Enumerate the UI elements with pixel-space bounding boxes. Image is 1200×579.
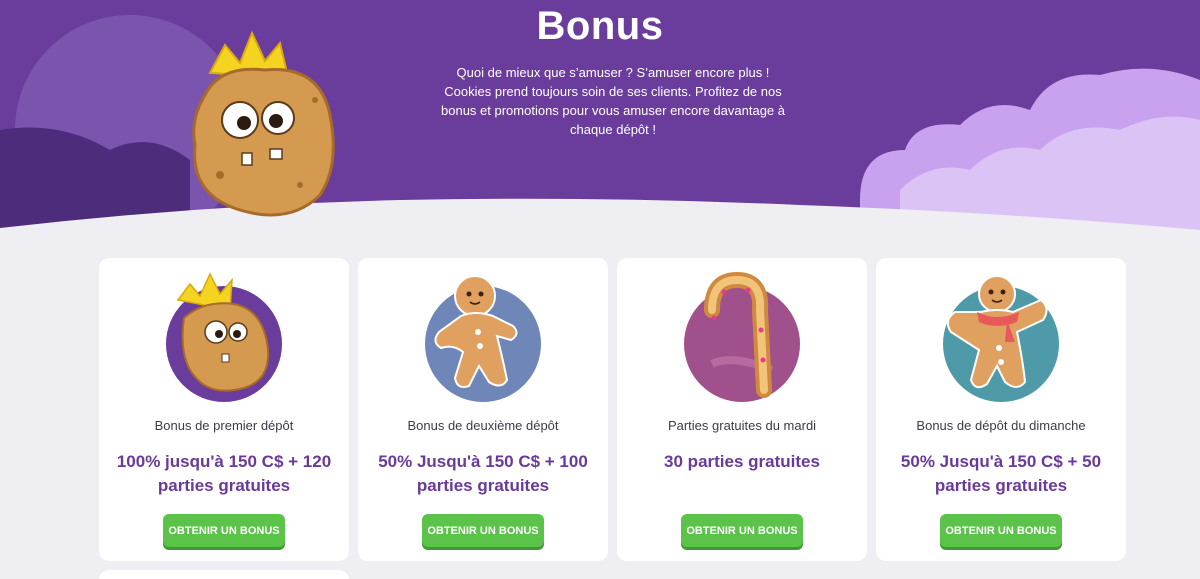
bonus-cards: Bonus de premier dépôt 100% jusqu'à 150 …	[99, 258, 1129, 561]
get-bonus-button[interactable]: OBTENIR UN BONUS	[681, 514, 803, 547]
hero-description: Quoi de mieux que s’amuser ? S’amuser en…	[441, 65, 785, 137]
card-title: Bonus de premier dépôt	[154, 418, 294, 433]
card-offer: 50% Jusqu'à 150 C$ + 50 parties gratuite…	[900, 452, 1102, 495]
card-offer: 50% Jusqu'à 150 C$ + 100 parties gratuit…	[378, 452, 588, 495]
next-row-card	[99, 570, 349, 579]
card-title: Bonus de deuxième dépôt	[407, 418, 559, 433]
card-offer: 100% jusqu'à 150 C$ + 120 parties gratui…	[116, 452, 332, 495]
bonus-card-tuesday-free-spins: Parties gratuites du mardi 30 parties gr…	[617, 258, 867, 561]
card-title: Parties gratuites du mardi	[667, 418, 817, 433]
bonus-card-sunday-deposit: Bonus de dépôt du dimanche 50% Jusqu'à 1…	[876, 258, 1126, 561]
hero-banner: Bonus Quoi de mieux que s’amuser ? S’amu…	[0, 0, 1200, 240]
get-bonus-button[interactable]: OBTENIR UN BONUS	[422, 514, 544, 547]
get-bonus-button[interactable]: OBTENIR UN BONUS	[163, 514, 285, 547]
candy-cane-icon	[684, 271, 800, 402]
card-title: Bonus de dépôt du dimanche	[916, 418, 1086, 433]
crowned-cookie-mascot-icon	[192, 30, 335, 217]
gingerbread-scarf-icon	[943, 275, 1059, 402]
card-offer: 30 parties gratuites	[664, 452, 820, 471]
bonus-card-first-deposit: Bonus de premier dépôt 100% jusqu'à 150 …	[99, 258, 349, 561]
bonus-card-second-deposit: Bonus de deuxième dépôt 50% Jusqu'à 150 …	[358, 258, 608, 561]
crowned-cookie-icon	[166, 272, 282, 402]
gingerbread-man-icon	[425, 275, 541, 402]
get-bonus-button[interactable]: OBTENIR UN BONUS	[940, 514, 1062, 547]
